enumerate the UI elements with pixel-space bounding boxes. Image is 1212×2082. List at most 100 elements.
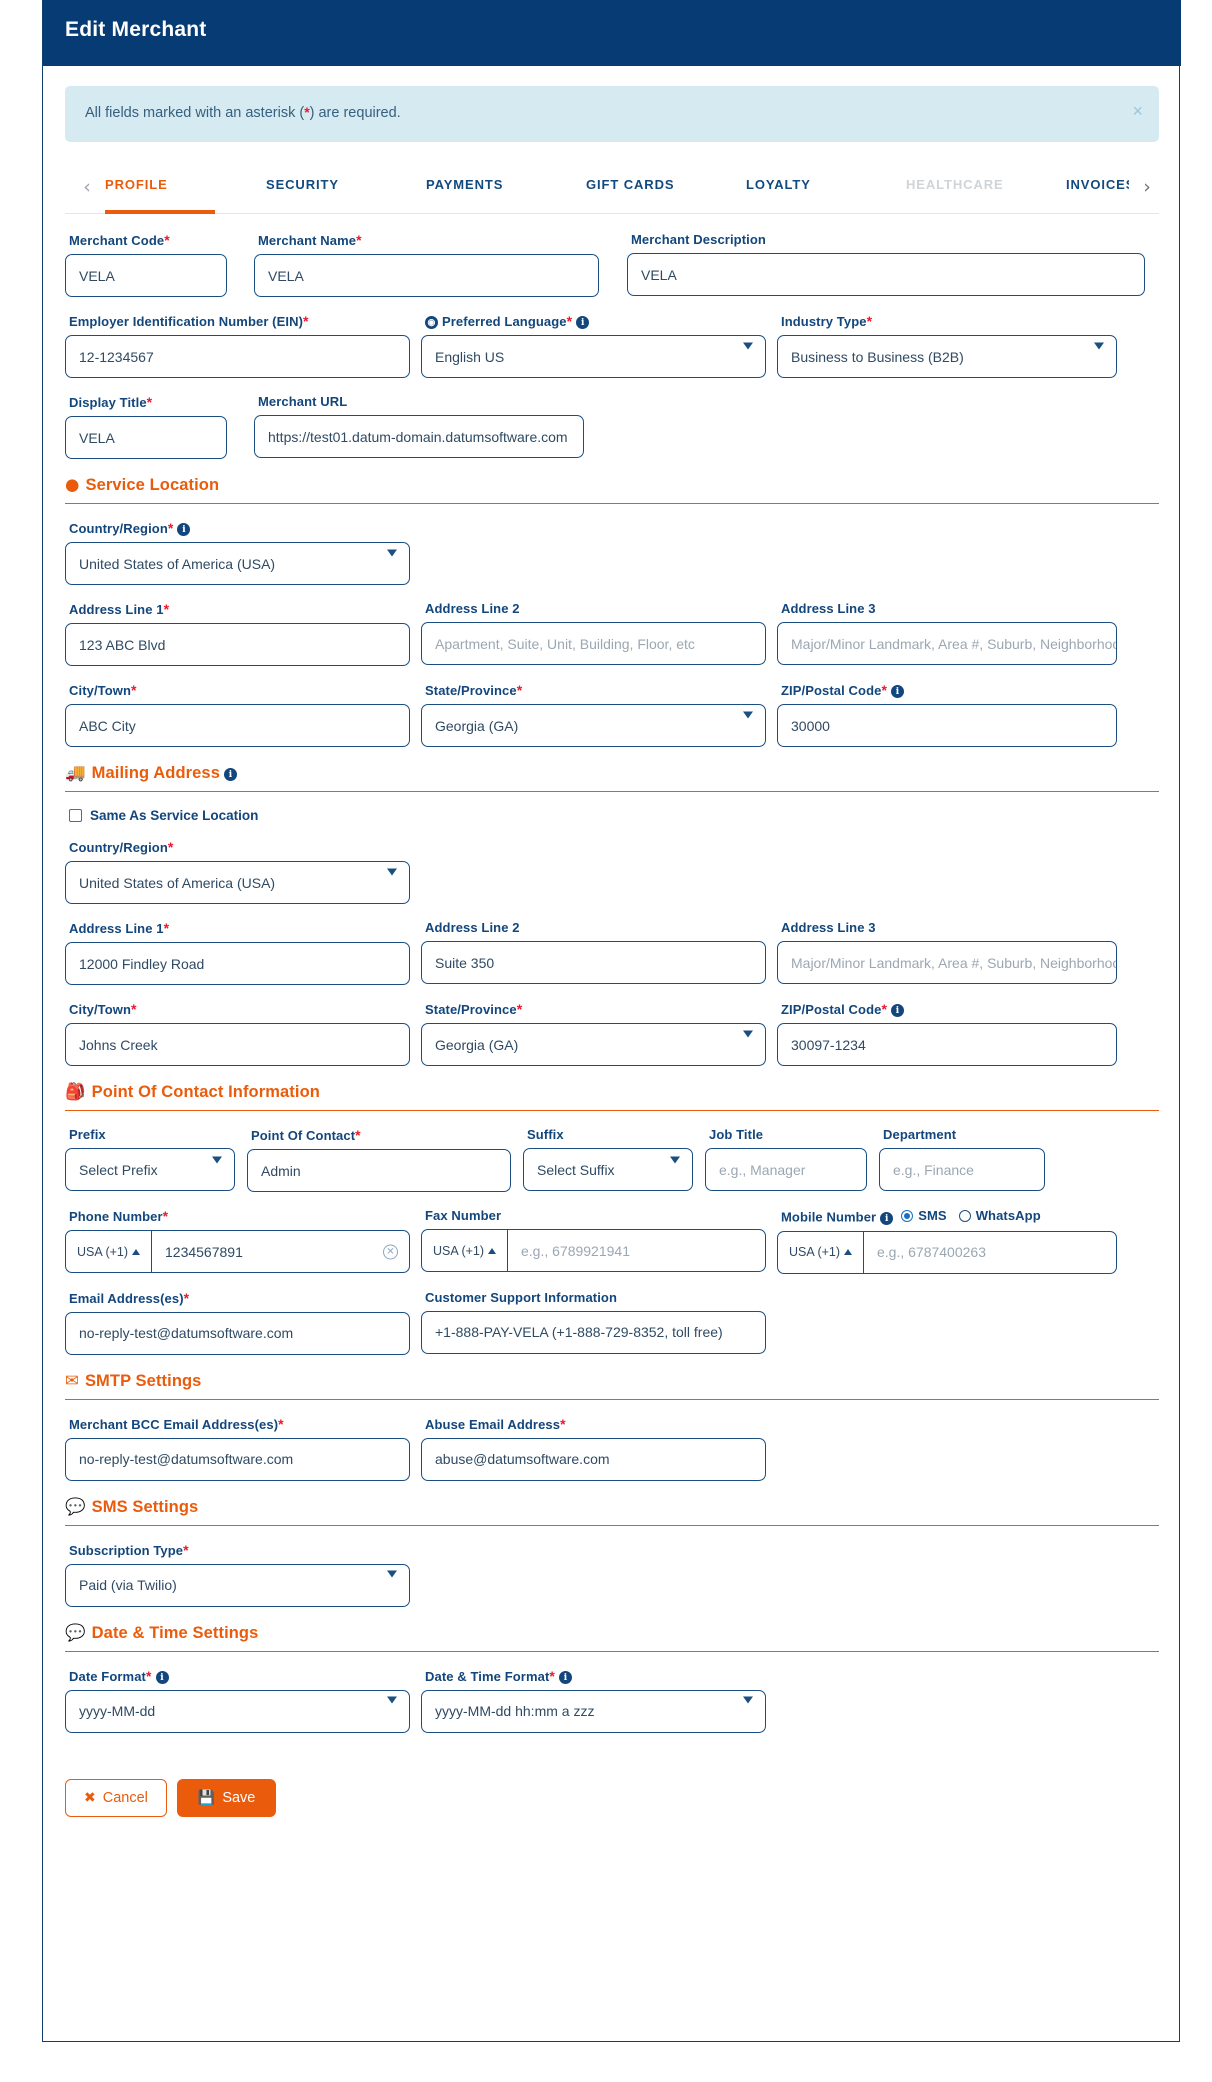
label-merchant-code-text: Merchant Code xyxy=(69,233,165,248)
merchant-url-input[interactable]: https://test01.datum-domain.datumsoftwar… xyxy=(254,415,584,458)
merchant-name-input[interactable]: VELA xyxy=(254,254,599,297)
required-marker: * xyxy=(866,313,873,329)
field-subscription-type: Subscription Type* Paid (via Twilio) xyxy=(65,1542,410,1607)
merchant-code-input[interactable]: VELA xyxy=(65,254,227,297)
info-icon[interactable]: i xyxy=(177,523,191,536)
mailing-state-select[interactable]: Georgia (GA) xyxy=(421,1023,766,1066)
close-icon[interactable]: × xyxy=(1132,102,1143,120)
phone-number-input[interactable]: 1234567891 ✕ xyxy=(151,1230,410,1273)
service-address2-input[interactable]: Apartment, Suite, Unit, Building, Floor,… xyxy=(421,622,766,665)
fax-country-code-select[interactable]: USA (+1) xyxy=(421,1229,507,1272)
tab-security[interactable]: SECURITY xyxy=(266,164,426,214)
same-as-service-location-checkbox-row[interactable]: Same As Service Location xyxy=(69,808,1159,823)
envelope-icon: ✉ xyxy=(65,1370,79,1390)
label-service-state-text: State/Province xyxy=(425,683,517,698)
map-pin-icon: ● xyxy=(65,475,80,494)
mailing-address1-input[interactable]: 12000 Findley Road xyxy=(65,942,410,985)
alert-text-after: ) are required. xyxy=(309,105,401,121)
service-address3-input[interactable]: Major/Minor Landmark, Area #, Suburb, Ne… xyxy=(777,622,1117,665)
label-point-of-contact-text: Point Of Contact xyxy=(251,1128,356,1143)
sms-bubble-icon: 💬 xyxy=(65,1622,86,1642)
label-phone-number-text: Phone Number xyxy=(69,1209,163,1224)
preferred-language-select[interactable]: English US xyxy=(421,335,766,378)
info-icon[interactable]: i xyxy=(558,1670,572,1684)
mobile-number-input[interactable]: e.g., 6787400263 xyxy=(863,1230,1117,1274)
fax-number-group: USA (+1) e.g., 6789921941 xyxy=(421,1229,766,1272)
section-heading-sms-settings-text: SMS Settings xyxy=(91,1497,199,1516)
date-format-select[interactable]: yyyy-MM-dd xyxy=(65,1689,410,1733)
prefix-select[interactable]: Select Prefix xyxy=(65,1148,235,1191)
field-job-title: Job Title e.g., Manager xyxy=(705,1127,867,1192)
service-country-select[interactable]: United States of America (USA) xyxy=(65,542,410,585)
department-input[interactable]: e.g., Finance xyxy=(879,1148,1045,1191)
service-address1-input[interactable]: 123 ABC Blvd xyxy=(65,623,410,666)
job-title-input[interactable]: e.g., Manager xyxy=(705,1148,867,1191)
point-of-contact-input[interactable]: Admin xyxy=(247,1149,511,1192)
merchant-bcc-input[interactable]: no-reply-test@datumsoftware.com xyxy=(65,1437,410,1481)
subscription-type-select[interactable]: Paid (via Twilio) xyxy=(65,1563,410,1607)
same-as-service-location-checkbox[interactable] xyxy=(69,809,82,822)
mailing-city-input[interactable]: Johns Creek xyxy=(65,1023,410,1066)
label-merchant-name: Merchant Name* xyxy=(258,232,599,248)
row-service-address-lines: Address Line 1* 123 ABC Blvd Address Lin… xyxy=(65,601,1159,666)
chevron-up-icon xyxy=(844,1249,853,1255)
tab-gift-cards[interactable]: GIFT CARDS xyxy=(586,164,746,214)
display-title-input[interactable]: VELA xyxy=(65,416,227,459)
label-suffix: Suffix xyxy=(527,1127,564,1142)
service-zip-input[interactable]: 30000 xyxy=(777,704,1117,747)
mailing-country-select[interactable]: United States of America (USA) xyxy=(65,861,410,904)
label-mailing-zip: ZIP/Postal Code* i xyxy=(781,1001,1117,1017)
merchant-description-input[interactable]: VELA xyxy=(627,253,1145,296)
info-icon[interactable]: i xyxy=(891,685,905,698)
label-job-title: Job Title xyxy=(709,1127,764,1142)
chevron-up-icon xyxy=(488,1247,497,1254)
mobile-country-code-select[interactable]: USA (+1) xyxy=(777,1230,863,1274)
field-mailing-city: City/Town* Johns Creek xyxy=(65,1001,410,1066)
field-datetime-format: Date & Time Format* i yyyy-MM-dd hh:mm a … xyxy=(421,1668,766,1733)
section-point-of-contact: 🎒 Point Of Contact Information xyxy=(65,1082,1159,1111)
mailing-address2-input[interactable]: Suite 350 xyxy=(421,941,766,984)
industry-type-select[interactable]: Business to Business (B2B) xyxy=(777,335,1117,378)
tabs-prev-arrow-icon[interactable]: ‹ xyxy=(79,176,95,198)
tab-loyalty[interactable]: LOYALTY xyxy=(746,164,906,214)
info-icon[interactable]: i xyxy=(155,1670,169,1684)
fax-country-code-text: USA (+1) xyxy=(432,1243,485,1258)
tab-invoices[interactable]: INVOICES xyxy=(1066,164,1129,214)
datetime-format-select[interactable]: yyyy-MM-dd hh:mm a zzz xyxy=(421,1689,766,1733)
service-state-select[interactable]: Georgia (GA) xyxy=(421,704,766,747)
row-ein-language-industry: Employer Identification Number (EIN)* 12… xyxy=(65,313,1159,378)
info-icon[interactable]: i xyxy=(891,1004,905,1017)
info-icon[interactable]: i xyxy=(576,316,590,329)
service-city-input[interactable]: ABC City xyxy=(65,704,410,747)
label-service-address1-text: Address Line 1 xyxy=(69,602,164,617)
save-button[interactable]: 💾 Save xyxy=(176,1778,277,1817)
clear-icon[interactable]: ✕ xyxy=(383,1244,398,1259)
info-icon[interactable]: i xyxy=(223,768,237,781)
label-fax-number: Fax Number xyxy=(425,1208,502,1223)
tab-profile[interactable]: PROFILE xyxy=(105,164,266,214)
info-icon[interactable]: i xyxy=(880,1211,894,1225)
ein-input[interactable]: 12-1234567 xyxy=(65,335,410,378)
mailing-zip-input[interactable]: 30097-1234 xyxy=(777,1023,1117,1066)
tab-healthcare[interactable]: HEALTHCARE xyxy=(906,164,1066,214)
label-service-country: Country/Region* i xyxy=(69,520,410,536)
mailing-address3-input[interactable]: Major/Minor Landmark, Area #, Suburb, Ne… xyxy=(777,941,1117,984)
required-marker: * xyxy=(881,682,888,698)
section-heading-point-of-contact-text: Point Of Contact Information xyxy=(91,1083,320,1101)
customer-support-input[interactable]: +1-888-PAY-VELA (+1-888-729-8352, toll f… xyxy=(421,1310,766,1354)
suffix-select[interactable]: Select Suffix xyxy=(523,1148,693,1191)
fax-number-input[interactable]: e.g., 6789921941 xyxy=(507,1229,766,1272)
radio-whatsapp[interactable] xyxy=(958,1209,971,1222)
radio-sms[interactable] xyxy=(901,1209,914,1222)
field-service-address2: Address Line 2 Apartment, Suite, Unit, B… xyxy=(421,601,766,666)
tab-payments[interactable]: PAYMENTS xyxy=(426,164,586,214)
phone-country-code-select[interactable]: USA (+1) xyxy=(65,1230,151,1273)
abuse-email-input[interactable]: abuse@datumsoftware.com xyxy=(421,1437,766,1481)
label-department: Department xyxy=(883,1127,957,1142)
cancel-button[interactable]: ✖ Cancel xyxy=(65,1778,167,1817)
section-heading-mailing-address-text: Mailing Address xyxy=(91,764,220,782)
email-addresses-input[interactable]: no-reply-test@datumsoftware.com xyxy=(65,1311,410,1355)
label-mailing-country-text: Country/Region xyxy=(69,840,168,855)
field-display-title: Display Title* VELA xyxy=(65,394,227,459)
tabs-next-arrow-icon[interactable]: › xyxy=(1139,176,1155,198)
